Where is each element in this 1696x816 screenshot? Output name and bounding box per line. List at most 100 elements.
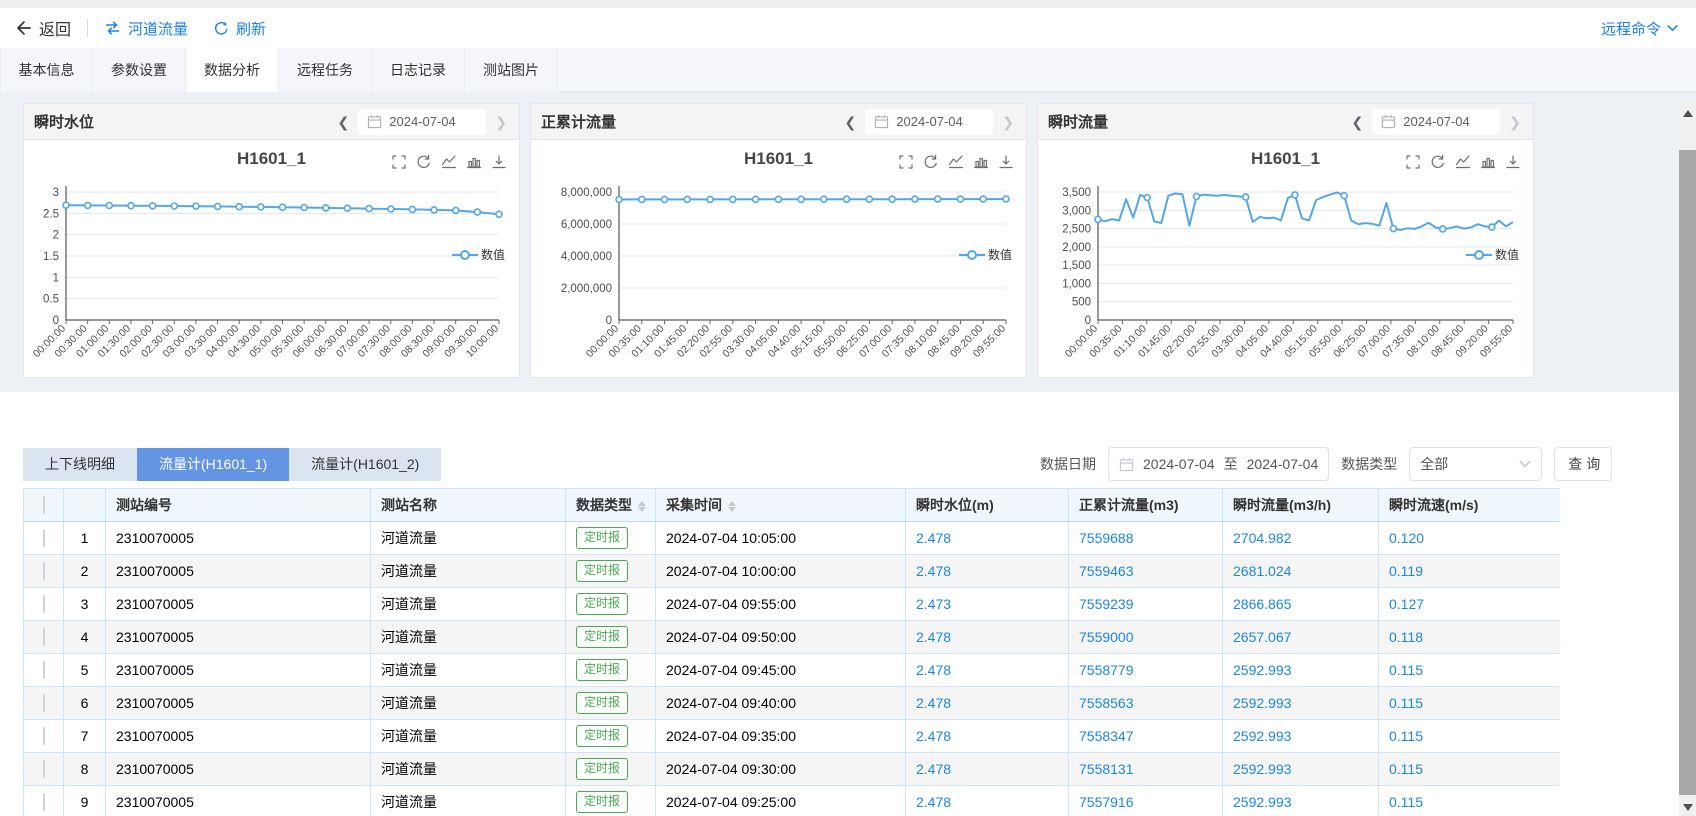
cell-velocity: 0.120	[1379, 522, 1561, 555]
tab-remote-tasks[interactable]: 远程任务	[279, 48, 372, 92]
col-cumulative-flow: 正累计流量(m3)	[1069, 489, 1223, 522]
prev-day-button[interactable]: ❮	[843, 113, 859, 131]
subtab-online-detail[interactable]: 上下线明细	[23, 448, 137, 481]
cell-water-level: 2.478	[906, 621, 1069, 654]
cell-station-id: 2310070005	[106, 654, 371, 687]
tab-data-analysis[interactable]: 数据分析	[186, 48, 279, 92]
panel-date-picker[interactable]: 2024-07-04	[1372, 109, 1500, 135]
sort-collect-time[interactable]	[728, 501, 736, 512]
panel-date-picker[interactable]: 2024-07-04	[358, 109, 486, 135]
legend-label: 数值	[988, 246, 1012, 263]
row-checkbox[interactable]	[43, 760, 45, 778]
filter-bar: 数据日期 2024-07-04 至 2024-07-04 数据类型 全部 查询	[1040, 446, 1612, 482]
row-checkbox[interactable]	[43, 628, 45, 646]
data-type-badge: 定时报	[576, 659, 628, 681]
bar-chart-icon[interactable]	[973, 154, 989, 170]
row-checkbox[interactable]	[43, 562, 45, 580]
svg-text:3: 3	[53, 187, 59, 199]
table-body: 1 2310070005 河道流量 定时报 2024-07-04 10:05:0…	[24, 522, 1561, 816]
restore-icon[interactable]	[923, 154, 939, 170]
refresh-button[interactable]: 刷新	[214, 18, 266, 39]
line-chart[interactable]: 00.511.522.5300:00:0000:30:0001:00:0001:…	[24, 140, 519, 377]
cell-station-id: 2310070005	[106, 588, 371, 621]
next-day-button[interactable]: ❯	[1507, 113, 1523, 131]
cell-data-type: 定时报	[566, 720, 656, 753]
next-day-button[interactable]: ❯	[1000, 113, 1016, 131]
line-chart[interactable]: 02,000,0004,000,0006,000,0008,000,00000:…	[531, 140, 1026, 377]
remote-command-dropdown[interactable]: 远程命令	[1601, 18, 1678, 39]
cell-index: 9	[64, 786, 106, 816]
line-chart-icon[interactable]	[441, 154, 457, 170]
legend-line-symbol	[452, 250, 478, 260]
row-checkbox[interactable]	[43, 727, 45, 745]
header-bar: 返回 河道流量 刷新 远程命令	[0, 8, 1696, 48]
cell-instant-flow: 2704.982	[1223, 522, 1379, 555]
col-collect-time: 采集时间	[656, 489, 906, 522]
date-to-value[interactable]: 2024-07-04	[1247, 456, 1319, 472]
cell-station-name: 河道流量	[371, 621, 566, 654]
prev-day-button[interactable]: ❮	[1350, 113, 1366, 131]
cell-water-level: 2.478	[906, 555, 1069, 588]
marquee-zoom-icon[interactable]	[898, 154, 914, 170]
cell-velocity: 0.118	[1379, 621, 1561, 654]
data-table: 测站编号 测站名称 数据类型 采集时间 瞬时水位(m) 正累计流量(m3) 瞬时…	[23, 488, 1560, 816]
bar-chart-icon[interactable]	[466, 154, 482, 170]
cell-station-name: 河道流量	[371, 654, 566, 687]
download-icon[interactable]	[491, 154, 507, 170]
row-checkbox[interactable]	[43, 529, 45, 547]
date-range-picker[interactable]: 2024-07-04 至 2024-07-04	[1108, 447, 1329, 481]
cell-data-type: 定时报	[566, 621, 656, 654]
bar-chart-icon[interactable]	[1480, 154, 1496, 170]
vertical-scrollbar[interactable]	[1679, 100, 1696, 816]
table-row: 1 2310070005 河道流量 定时报 2024-07-04 10:05:0…	[24, 522, 1561, 555]
panel-date-picker[interactable]: 2024-07-04	[865, 109, 993, 135]
tab-basic-info[interactable]: 基本信息	[0, 48, 93, 92]
line-chart-icon[interactable]	[948, 154, 964, 170]
download-icon[interactable]	[998, 154, 1014, 170]
data-type-select[interactable]: 全部	[1409, 447, 1542, 481]
flow-link[interactable]: 河道流量	[104, 18, 188, 39]
cell-index: 2	[64, 555, 106, 588]
row-checkbox[interactable]	[43, 595, 45, 613]
line-chart-icon[interactable]	[1455, 154, 1471, 170]
select-all-checkbox[interactable]	[43, 496, 45, 514]
back-button[interactable]: 返回	[14, 16, 71, 40]
main-tab-bar: 基本信息 参数设置 数据分析 远程任务 日志记录 测站图片	[0, 48, 1696, 92]
row-checkbox[interactable]	[43, 661, 45, 679]
chart-legend[interactable]: 数值	[1466, 246, 1519, 263]
panel-title: 正累计流量	[541, 111, 616, 132]
scrollbar-thumb[interactable]	[1679, 150, 1696, 795]
cell-index: 6	[64, 687, 106, 720]
download-icon[interactable]	[1505, 154, 1521, 170]
chart-legend[interactable]: 数值	[452, 246, 505, 263]
cell-collect-time: 2024-07-04 09:40:00	[656, 687, 906, 720]
restore-icon[interactable]	[1430, 154, 1446, 170]
subtab-flowmeter-h1601-1[interactable]: 流量计(H1601_1)	[137, 448, 289, 481]
chart-legend[interactable]: 数值	[959, 246, 1012, 263]
legend-line-symbol	[1466, 250, 1492, 260]
scroll-down-button[interactable]	[1679, 799, 1696, 816]
next-day-button[interactable]: ❯	[493, 113, 509, 131]
row-checkbox[interactable]	[43, 793, 45, 811]
marquee-zoom-icon[interactable]	[391, 154, 407, 170]
date-from-value[interactable]: 2024-07-04	[1143, 456, 1215, 472]
tab-station-photos[interactable]: 测站图片	[465, 48, 558, 92]
scroll-up-button[interactable]	[1679, 105, 1696, 122]
sort-data-type[interactable]	[638, 501, 646, 512]
tab-parameter-settings[interactable]: 参数设置	[93, 48, 186, 92]
chart-toolbox	[898, 154, 1014, 170]
panel-header: 瞬时流量 ❮ 2024-07-04 ❯	[1038, 104, 1533, 140]
panel-date-nav: ❮ 2024-07-04 ❯	[1350, 109, 1523, 135]
row-checkbox[interactable]	[43, 694, 45, 712]
tab-log-records[interactable]: 日志记录	[372, 48, 465, 92]
calendar-icon	[1381, 114, 1396, 129]
svg-text:2: 2	[53, 230, 59, 242]
line-chart[interactable]: 05001,0001,5002,0002,5003,0003,50000:00:…	[1038, 140, 1533, 377]
cell-instant-flow: 2681.024	[1223, 555, 1379, 588]
restore-icon[interactable]	[416, 154, 432, 170]
subtab-flowmeter-h1601-2[interactable]: 流量计(H1601_2)	[289, 448, 441, 481]
prev-day-button[interactable]: ❮	[336, 113, 352, 131]
query-button[interactable]: 查询	[1554, 447, 1612, 481]
table-row: 8 2310070005 河道流量 定时报 2024-07-04 09:30:0…	[24, 753, 1561, 786]
marquee-zoom-icon[interactable]	[1405, 154, 1421, 170]
